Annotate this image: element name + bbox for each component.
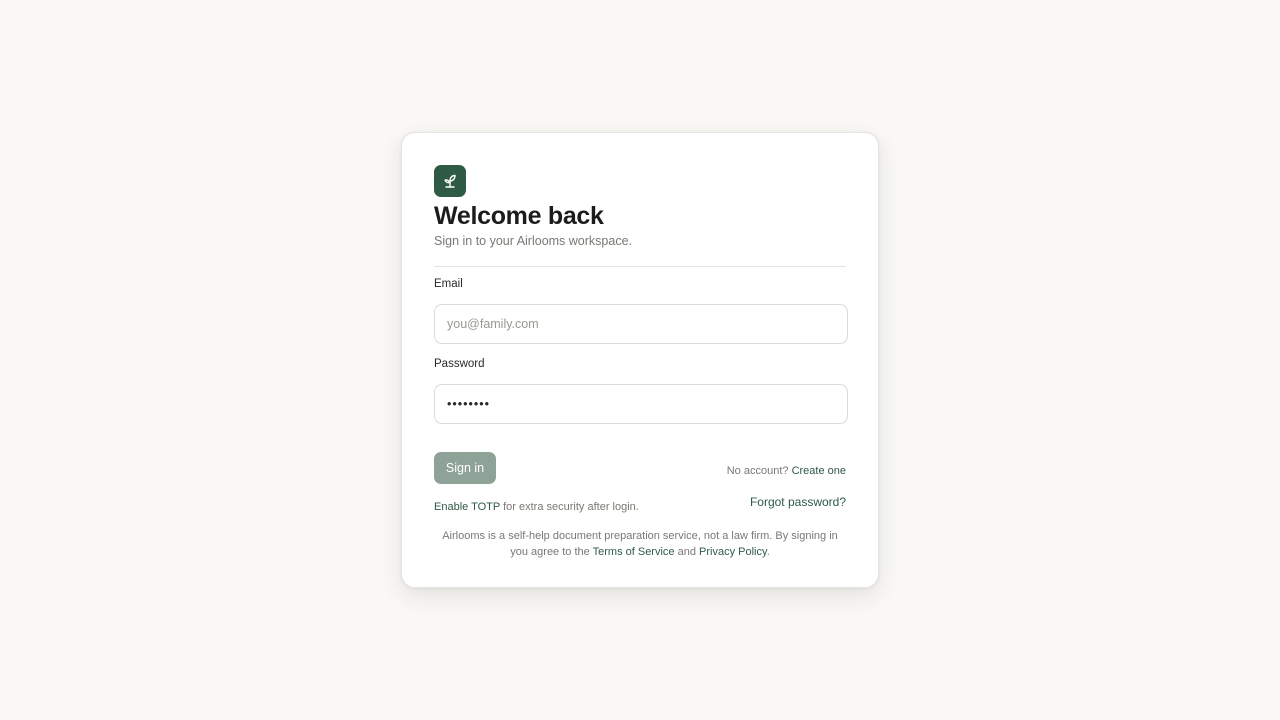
create-account-link[interactable]: Create one	[792, 465, 846, 477]
sprout-icon	[434, 165, 466, 197]
legal-period: .	[766, 546, 770, 558]
email-field[interactable]	[434, 304, 848, 344]
terms-of-service-link[interactable]: Terms of Service	[593, 546, 675, 558]
login-card: Welcome back Sign in to your Airlooms wo…	[401, 132, 879, 588]
forgot-password-link[interactable]: Forgot password?	[750, 495, 846, 509]
security-row: Enable TOTP for extra security after log…	[434, 495, 846, 513]
signup-prompt-text: No account?	[726, 464, 789, 477]
email-label: Email	[434, 278, 463, 290]
totp-hint-text: for extra security after login.	[503, 501, 639, 513]
divider	[434, 266, 846, 267]
page-subtitle: Sign in to your Airlooms workspace.	[434, 234, 633, 248]
legal-notice: Airlooms is a self-help document prepara…	[434, 528, 846, 560]
password-label: Password	[434, 358, 485, 370]
sign-in-button[interactable]: Sign in	[434, 452, 496, 484]
legal-and: and	[677, 546, 696, 558]
totp-hint: Enable TOTP for extra security after log…	[434, 501, 639, 513]
signup-prompt: No account? Create one	[727, 465, 846, 477]
enable-totp-link[interactable]: Enable TOTP	[434, 501, 500, 513]
privacy-policy-link[interactable]: Privacy Policy	[699, 546, 767, 558]
password-field[interactable]	[434, 384, 848, 424]
page-title: Welcome back	[434, 202, 604, 230]
actions-row: Sign in No account? Create one	[434, 452, 846, 484]
